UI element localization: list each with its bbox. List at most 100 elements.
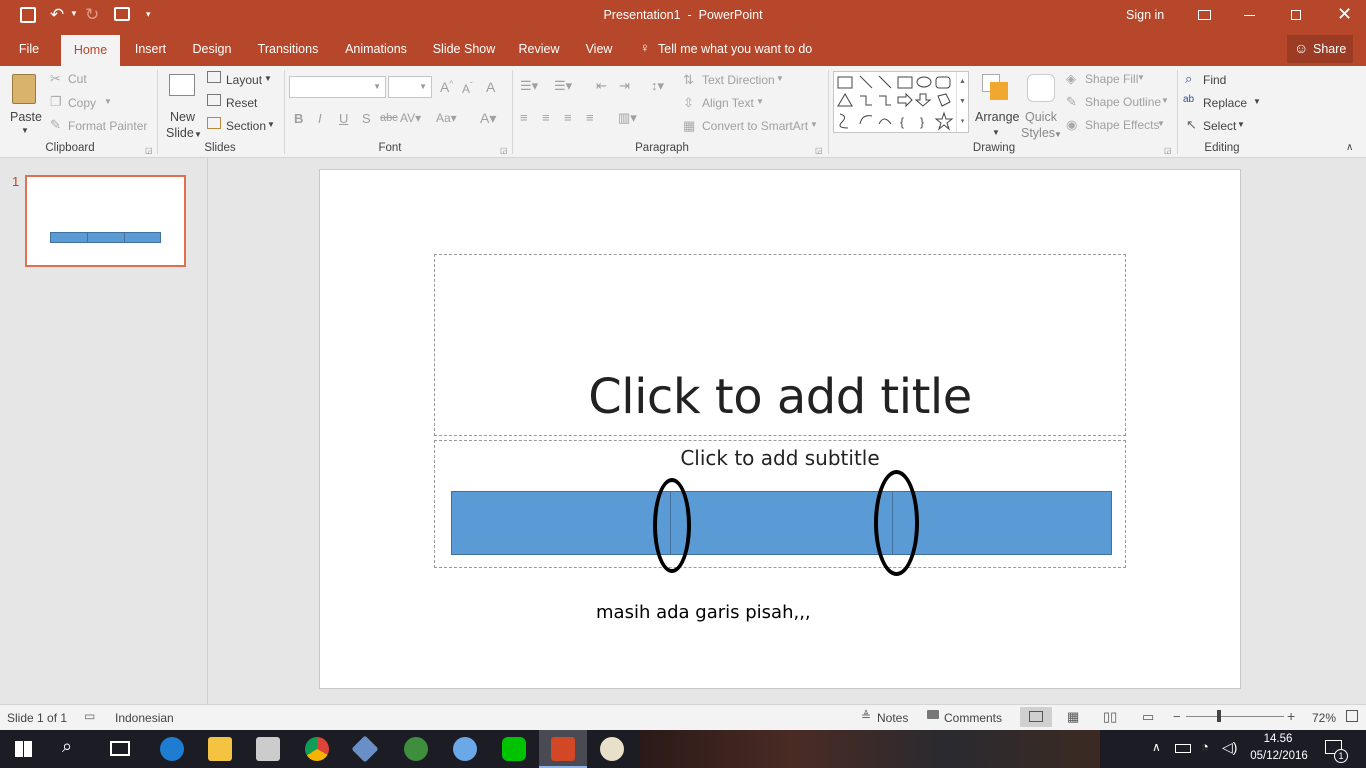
format-painter-button[interactable]: Format Painter	[68, 119, 147, 133]
select-dropdown-icon[interactable]: ▼	[1237, 120, 1245, 129]
highlight-ellipse-2[interactable]	[874, 470, 919, 576]
tab-insert[interactable]: Insert	[128, 32, 173, 66]
arrange-button[interactable]: Arrange ▼	[974, 70, 1019, 140]
smartart-icon[interactable]: ▦	[683, 118, 695, 134]
blue-rectangle-shape[interactable]	[451, 491, 1112, 555]
replace-button[interactable]: Replace	[1203, 96, 1247, 110]
slide-sorter-icon[interactable]: ▦	[1067, 709, 1079, 725]
battery-icon[interactable]	[1175, 744, 1191, 753]
strikethrough-button[interactable]: abc	[380, 112, 398, 124]
smartart-dropdown-icon[interactable]: ▼	[810, 120, 818, 129]
align-left-icon[interactable]: ≡	[520, 110, 528, 125]
align-right-icon[interactable]: ≡	[564, 110, 572, 125]
increase-indent-icon[interactable]: ⇥	[619, 78, 630, 94]
clipboard-launcher-icon[interactable]: ◲	[145, 146, 153, 155]
underline-button[interactable]: U	[339, 111, 348, 126]
shape-fill-dropdown-icon[interactable]: ▼	[1137, 73, 1145, 82]
shape-effects-dropdown-icon[interactable]: ▼	[1157, 119, 1165, 128]
find-icon[interactable]: ⌕	[1185, 71, 1192, 87]
line-spacing-icon[interactable]: ↕▾	[651, 78, 664, 94]
convert-smartart-button[interactable]: Convert to SmartArt	[702, 119, 808, 133]
language-indicator[interactable]: Indonesian	[115, 711, 174, 725]
reset-icon[interactable]	[207, 94, 221, 106]
reset-button[interactable]: Reset	[226, 96, 257, 110]
shadow-button[interactable]: S	[362, 111, 371, 126]
network-app-icon[interactable]	[453, 737, 477, 761]
section-icon[interactable]	[207, 117, 221, 129]
share-button[interactable]: ☺ Share	[1287, 35, 1353, 63]
clock-time[interactable]: 14.56	[1252, 733, 1304, 745]
globe-app-icon[interactable]	[404, 737, 428, 761]
redo-icon[interactable]: ↻	[85, 5, 99, 25]
shrink-font-icon[interactable]: Aˇ	[462, 81, 473, 96]
undo-icon[interactable]: ↶	[50, 5, 64, 25]
section-button[interactable]: Section	[226, 119, 266, 133]
text-direction-dropdown-icon[interactable]: ▼	[776, 74, 784, 83]
font-launcher-icon[interactable]: ◲	[500, 146, 508, 155]
close-icon[interactable]: ✕	[1337, 4, 1352, 25]
new-slide-button[interactable]: New Slide ▼	[162, 70, 202, 140]
minimize-icon[interactable]	[1244, 15, 1255, 16]
copy-dropdown-icon[interactable]: ▼	[104, 97, 112, 106]
replace-icon[interactable]: ab	[1183, 94, 1194, 105]
tab-transitions[interactable]: Transitions	[252, 32, 324, 66]
drawing-launcher-icon[interactable]: ◲	[1164, 146, 1172, 155]
reading-view-icon[interactable]: ▯▯	[1103, 709, 1117, 725]
decrease-indent-icon[interactable]: ⇤	[596, 78, 607, 94]
chrome-icon[interactable]	[305, 737, 329, 761]
font-size-combo[interactable]: ▼	[388, 76, 432, 98]
windows-start-icon[interactable]	[15, 741, 32, 757]
character-spacing-icon[interactable]: AV▾	[400, 111, 421, 125]
undo-dropdown-icon[interactable]: ▼	[70, 9, 78, 18]
restore-icon[interactable]	[1291, 10, 1301, 20]
zoom-slider-thumb[interactable]	[1217, 710, 1221, 722]
fit-slide-icon[interactable]	[1346, 710, 1358, 722]
task-view-icon[interactable]	[110, 741, 130, 756]
italic-button[interactable]: I	[318, 111, 322, 126]
tell-me-box[interactable]: Tell me what you want to do	[658, 42, 812, 56]
align-text-dropdown-icon[interactable]: ▼	[756, 97, 764, 106]
bold-button[interactable]: B	[294, 111, 303, 126]
format-painter-icon[interactable]: ✎	[50, 117, 61, 133]
virtualbox-icon[interactable]	[351, 735, 379, 763]
align-text-icon[interactable]: ⇳	[683, 95, 694, 111]
cut-icon[interactable]: ✂	[50, 71, 61, 87]
notes-button[interactable]: Notes	[877, 711, 908, 725]
zoom-slider[interactable]	[1186, 716, 1284, 717]
tab-animations[interactable]: Animations	[338, 32, 414, 66]
quick-styles-button[interactable]: Quick Styles ▼	[1021, 70, 1063, 140]
shape-fill-icon[interactable]: ◈	[1066, 71, 1076, 87]
slide-show-icon[interactable]: ▭	[1142, 709, 1154, 725]
change-case-icon[interactable]: Aa▾	[436, 111, 457, 125]
customize-qat-icon[interactable]: ▾	[146, 9, 151, 20]
title-placeholder[interactable]: Click to add title	[434, 254, 1126, 436]
start-from-beginning-icon[interactable]	[114, 7, 130, 21]
copy-icon[interactable]: ❐	[50, 94, 62, 110]
paragraph-launcher-icon[interactable]: ◲	[815, 146, 823, 155]
section-dropdown-icon[interactable]: ▼	[267, 120, 275, 129]
tab-review[interactable]: Review	[514, 32, 564, 66]
edge-icon[interactable]	[160, 737, 184, 761]
text-direction-button[interactable]: Text Direction	[702, 73, 775, 87]
find-button[interactable]: Find	[1203, 73, 1226, 87]
zoom-out-icon[interactable]: −	[1173, 709, 1181, 724]
tab-home[interactable]: Home	[61, 35, 120, 66]
align-text-button[interactable]: Align Text	[702, 96, 754, 110]
gallery-scrollbar[interactable]: ▲ ▼ ▾	[956, 72, 968, 132]
zoom-in-icon[interactable]: +	[1287, 708, 1295, 724]
shape-fill-button[interactable]: Shape Fill	[1085, 72, 1138, 86]
wifi-icon[interactable]: ◔	[1201, 739, 1209, 754]
search-icon[interactable]: ⌕	[62, 736, 72, 757]
save-icon[interactable]	[20, 7, 36, 23]
file-explorer-icon[interactable]	[208, 737, 232, 761]
tab-file[interactable]: File	[8, 32, 50, 66]
note-textbox[interactable]: masih ada garis pisah,,,	[596, 602, 811, 623]
clock-date[interactable]: 05/12/2016	[1246, 750, 1312, 762]
shape-outline-dropdown-icon[interactable]: ▼	[1161, 96, 1169, 105]
tab-design[interactable]: Design	[186, 32, 238, 66]
layout-dropdown-icon[interactable]: ▼	[264, 74, 272, 83]
shape-outline-button[interactable]: Shape Outline	[1085, 95, 1161, 109]
show-hidden-icons-chevron-up-icon[interactable]: ∧	[1152, 740, 1161, 754]
font-color-icon[interactable]: A▾	[480, 110, 496, 127]
select-icon[interactable]: ↖	[1186, 117, 1197, 133]
